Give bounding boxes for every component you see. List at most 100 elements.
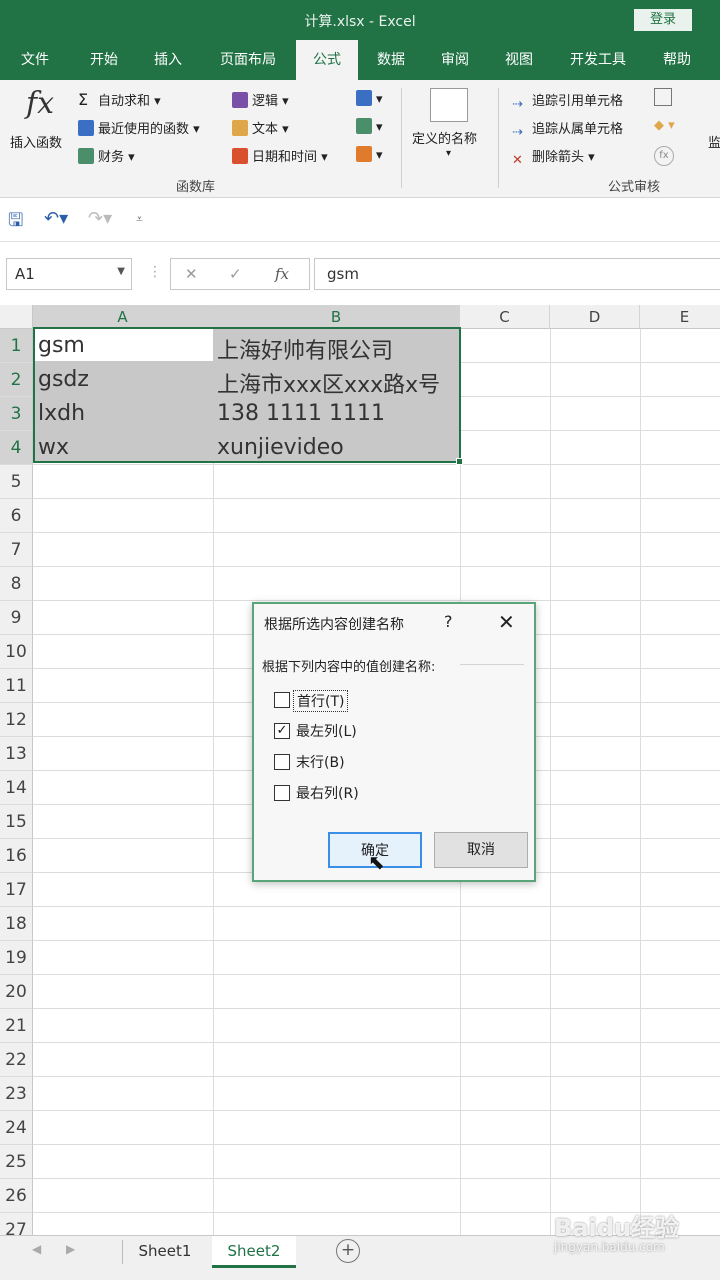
select-all-corner[interactable]	[0, 305, 33, 329]
insert-function-icon[interactable]: fx	[26, 86, 54, 121]
tab-data[interactable]: 数据	[364, 40, 418, 80]
row-header-20[interactable]: 20	[0, 975, 33, 1009]
undo-icon[interactable]: ↶▾	[44, 208, 68, 229]
customize-qat-icon[interactable]: ⩡	[136, 212, 143, 227]
cancel-button[interactable]: 取消	[434, 832, 528, 868]
logical-button[interactable]: 逻辑 ▾	[232, 90, 289, 109]
sheet-tab-sheet2[interactable]: Sheet2	[212, 1236, 296, 1268]
redo-icon[interactable]: ↷▾	[88, 208, 112, 229]
tab-formulas[interactable]: 公式	[296, 40, 358, 80]
row-header-1[interactable]: 1	[0, 329, 33, 363]
bottom-row-label[interactable]: 末行(B)	[296, 752, 345, 772]
trace-dependents-button[interactable]: ⇢ 追踪从属单元格	[512, 118, 623, 141]
cell-b1[interactable]: 上海好帅有限公司	[217, 333, 393, 365]
column-header-a[interactable]: A	[33, 305, 213, 329]
add-sheet-button[interactable]: +	[336, 1239, 360, 1263]
cell-a2[interactable]: gsdz	[38, 367, 89, 392]
row-header-7[interactable]: 7	[0, 533, 33, 567]
row-header-21[interactable]: 21	[0, 1009, 33, 1043]
lookup-button[interactable]: ▾	[356, 90, 383, 107]
more-functions-button[interactable]: ▾	[356, 146, 383, 163]
save-icon[interactable]: 🖫	[8, 208, 23, 238]
autosum-button[interactable]: Σ 自动求和 ▾	[78, 90, 161, 109]
cancel-icon[interactable]: ✕	[185, 265, 198, 283]
show-formulas-icon[interactable]	[654, 88, 672, 106]
error-checking-icon[interactable]: ◆ ▾	[654, 118, 675, 133]
left-column-checkbox[interactable]: ✓	[274, 723, 290, 739]
row-header-5[interactable]: 5	[0, 465, 33, 499]
row-header-23[interactable]: 23	[0, 1077, 33, 1111]
cell-a4[interactable]: wx	[38, 435, 69, 460]
column-header-e[interactable]: E	[640, 305, 720, 329]
right-column-checkbox[interactable]	[274, 785, 290, 801]
watch-window-button[interactable]: 监	[708, 132, 720, 151]
row-header-27[interactable]: 27	[0, 1213, 33, 1235]
close-icon[interactable]: ✕	[498, 610, 515, 634]
tab-home[interactable]: 开始	[76, 40, 132, 80]
right-column-label[interactable]: 最右列(R)	[296, 783, 359, 803]
chevron-down-icon[interactable]: ▾	[446, 148, 451, 159]
tab-file[interactable]: 文件	[8, 40, 62, 80]
row-header-9[interactable]: 9	[0, 601, 33, 635]
enter-icon[interactable]: ✓	[229, 265, 242, 283]
row-header-14[interactable]: 14	[0, 771, 33, 805]
row-header-25[interactable]: 25	[0, 1145, 33, 1179]
top-row-checkbox[interactable]	[274, 692, 290, 708]
row-header-18[interactable]: 18	[0, 907, 33, 941]
recent-functions-button[interactable]: 最近使用的函数 ▾	[78, 118, 200, 137]
formula-input[interactable]: gsm	[314, 258, 720, 290]
insert-function-button[interactable]: 插入函数	[10, 132, 62, 151]
column-header-c[interactable]: C	[460, 305, 550, 329]
row-header-15[interactable]: 15	[0, 805, 33, 839]
fill-handle[interactable]	[456, 458, 463, 465]
fx-icon[interactable]: fx	[275, 265, 289, 283]
chevron-down-icon[interactable]: ▼	[117, 266, 125, 277]
row-header-11[interactable]: 11	[0, 669, 33, 703]
cell-b3[interactable]: 138 1111 1111	[217, 401, 385, 426]
row-header-13[interactable]: 13	[0, 737, 33, 771]
row-header-10[interactable]: 10	[0, 635, 33, 669]
left-column-label[interactable]: 最左列(L)	[296, 721, 357, 741]
row-header-3[interactable]: 3	[0, 397, 33, 431]
tab-help[interactable]: 帮助	[650, 40, 704, 80]
top-row-label[interactable]: 首行(T)	[293, 690, 349, 712]
math-button[interactable]: ▾	[356, 118, 383, 135]
trace-precedents-button[interactable]: ⇢ 追踪引用单元格	[512, 90, 623, 113]
financial-button[interactable]: 财务 ▾	[78, 146, 135, 165]
login-button[interactable]: 登录	[634, 9, 692, 31]
tab-developer[interactable]: 开发工具	[556, 40, 640, 80]
row-header-12[interactable]: 12	[0, 703, 33, 737]
column-header-b[interactable]: B	[213, 305, 460, 329]
row-header-26[interactable]: 26	[0, 1179, 33, 1213]
evaluate-formula-icon[interactable]: fx	[654, 146, 674, 166]
scroll-left-icon[interactable]: ◀	[32, 1242, 41, 1256]
formula-bar-dots-icon[interactable]: ⋮	[148, 264, 162, 280]
datetime-button[interactable]: 日期和时间 ▾	[232, 146, 328, 165]
tab-insert[interactable]: 插入	[140, 40, 196, 80]
name-manager-icon[interactable]	[430, 88, 468, 122]
remove-arrows-button[interactable]: ✕ 删除箭头 ▾	[512, 146, 595, 169]
tab-view[interactable]: 视图	[492, 40, 546, 80]
column-header-d[interactable]: D	[550, 305, 640, 329]
scroll-right-icon[interactable]: ▶	[66, 1242, 75, 1256]
text-button[interactable]: 文本 ▾	[232, 118, 289, 137]
cell-b2[interactable]: 上海市xxx区xxx路x号	[217, 367, 440, 399]
cell-b4[interactable]: xunjievideo	[217, 435, 344, 460]
row-header-2[interactable]: 2	[0, 363, 33, 397]
name-box[interactable]: A1 ▼	[6, 258, 132, 290]
tab-review[interactable]: 审阅	[428, 40, 482, 80]
defined-names-button[interactable]: 定义的名称	[412, 128, 477, 147]
sheet-tab-sheet1[interactable]: Sheet1	[128, 1236, 202, 1268]
row-header-19[interactable]: 19	[0, 941, 33, 975]
cell-a3[interactable]: lxdh	[38, 401, 85, 426]
row-header-24[interactable]: 24	[0, 1111, 33, 1145]
help-icon[interactable]: ?	[444, 612, 453, 631]
row-header-8[interactable]: 8	[0, 567, 33, 601]
row-header-22[interactable]: 22	[0, 1043, 33, 1077]
row-header-17[interactable]: 17	[0, 873, 33, 907]
tab-page-layout[interactable]: 页面布局	[206, 40, 290, 80]
bottom-row-checkbox[interactable]	[274, 754, 290, 770]
row-header-16[interactable]: 16	[0, 839, 33, 873]
row-header-6[interactable]: 6	[0, 499, 33, 533]
row-header-4[interactable]: 4	[0, 431, 33, 465]
